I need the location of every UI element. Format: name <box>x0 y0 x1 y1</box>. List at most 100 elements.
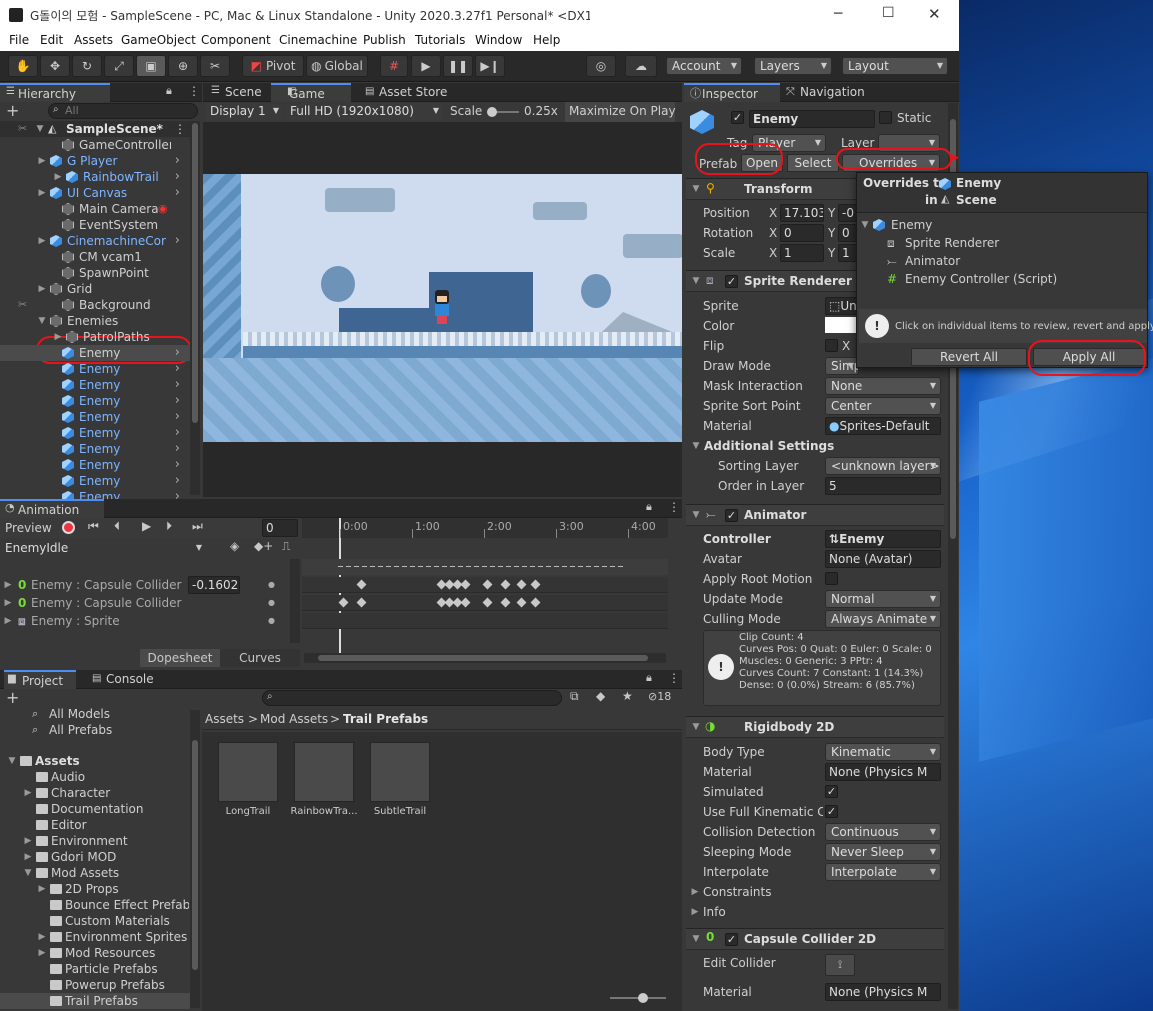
maximize-button[interactable]: ☐ <box>882 5 895 21</box>
collapse-arrow-icon[interactable]: ▶ <box>36 153 48 169</box>
override-item[interactable]: # Enemy Controller (Script) <box>857 271 1147 287</box>
scale-tool-icon[interactable]: ⤢ <box>104 55 134 77</box>
hierarchy-item[interactable]: Enemy › <box>0 473 190 489</box>
move-tool-icon[interactable]: ✥ <box>40 55 70 77</box>
project-folder-item[interactable]: ▼ Assets <box>0 753 190 769</box>
hierarchy-item[interactable]: Enemy › <box>0 457 190 473</box>
override-item[interactable]: ⧈ Sprite Renderer <box>857 235 1147 251</box>
close-button[interactable]: ✕ <box>928 5 941 23</box>
rb-material-field[interactable]: None (Physics M <box>825 763 941 781</box>
hierarchy-item[interactable]: ▶ UI Canvas › <box>0 185 190 201</box>
favorite-item[interactable]: ⌕ All Prefabs <box>0 722 190 738</box>
clip-dropdown[interactable]: EnemyIdle <box>0 540 206 558</box>
layers-dropdown[interactable]: Layers <box>754 57 832 75</box>
capsule-enabled-checkbox[interactable]: ✓ <box>725 933 738 946</box>
hierarchy-item[interactable]: Background ✂ <box>0 297 190 313</box>
grid-snap-icon[interactable]: # <box>380 55 408 77</box>
project-folder-item[interactable]: ▶ 2D Props <box>0 881 190 897</box>
breadcrumb-assets[interactable]: Assets <box>205 712 244 726</box>
apply-root-motion-checkbox[interactable] <box>825 572 838 585</box>
position-x-field[interactable]: 17.103 <box>780 204 824 222</box>
rotate-tool-icon[interactable]: ↻ <box>72 55 102 77</box>
play-button[interactable]: ▶ <box>411 55 441 77</box>
animation-track[interactable]: ▶ 0 Enemy : Capsule Collider 2D -0.1602 ● <box>0 576 290 594</box>
tab-curves[interactable]: Curves <box>220 649 300 667</box>
hierarchy-search-input[interactable]: ⌕ All <box>48 103 198 119</box>
layout-dropdown[interactable]: Layout <box>842 57 948 75</box>
menu-publish[interactable]: Publish <box>363 33 406 47</box>
expand-arrow-icon[interactable]: ▼ <box>690 722 702 732</box>
tab-dopesheet[interactable]: Dopesheet <box>140 649 220 667</box>
scale-y-field[interactable]: 1 <box>838 244 858 262</box>
expand-arrow-icon[interactable]: ▼ <box>690 276 702 286</box>
visibility-hidden-icon[interactable]: ✂ <box>18 297 27 313</box>
simulated-checkbox[interactable]: ✓ <box>825 785 838 798</box>
project-tree-scrollbar[interactable] <box>190 710 200 1008</box>
hierarchy-item[interactable]: Enemy › <box>0 441 190 457</box>
chevron-right-icon[interactable]: › <box>175 457 180 473</box>
menu-tutorials[interactable]: Tutorials <box>415 33 465 47</box>
thumbnail-size-slider[interactable] <box>610 993 666 1003</box>
collapse-arrow-icon[interactable]: ▶ <box>2 595 14 611</box>
chevron-right-icon[interactable]: › <box>175 185 180 201</box>
expand-arrow-icon[interactable]: ▼ <box>22 865 34 881</box>
menu-edit[interactable]: Edit <box>40 33 63 47</box>
track-options-icon[interactable]: ● <box>268 595 275 611</box>
sprite-renderer-enabled-checkbox[interactable]: ✓ <box>725 275 738 288</box>
project-folder-item[interactable]: ▶ Environment Sprites C <box>0 929 190 945</box>
expand-arrow-icon[interactable]: ▼ <box>690 441 702 451</box>
collapse-arrow-icon[interactable]: ▶ <box>52 329 64 345</box>
project-folder-item[interactable]: Particle Prefabs <box>0 961 190 977</box>
collapse-arrow-icon[interactable]: ▶ <box>36 929 48 945</box>
additional-settings-foldout[interactable]: Additional Settings <box>704 439 834 453</box>
hierarchy-scrollbar[interactable] <box>190 121 200 495</box>
project-folder-item[interactable]: Editor <box>0 817 190 833</box>
hierarchy-item[interactable]: Enemy › <box>0 393 190 409</box>
hierarchy-item[interactable]: Main Camera ◉ <box>0 201 190 217</box>
static-checkbox[interactable] <box>879 111 892 124</box>
rotation-y-field[interactable]: 0 <box>838 224 858 242</box>
draw-mode-dropdown[interactable]: Simple <box>825 357 859 375</box>
hierarchy-item[interactable]: ▶ RainbowTrail › <box>0 169 190 185</box>
menu-gameobject[interactable]: GameObject <box>121 33 196 47</box>
color-swatch[interactable] <box>825 317 857 333</box>
hierarchy-item[interactable]: Enemy › <box>0 409 190 425</box>
filter-label-icon[interactable]: ◆ <box>596 689 605 703</box>
record-icon[interactable] <box>62 521 75 534</box>
lock-icon[interactable]: 🔒︎ <box>646 671 652 685</box>
collapse-arrow-icon[interactable]: ▶ <box>52 169 64 185</box>
pivot-toggle[interactable]: ◩ Pivot <box>242 55 304 77</box>
animation-track[interactable]: ▶ 0 Enemy : Capsule Collider 2D.Size ● <box>0 595 290 611</box>
menu-file[interactable]: File <box>9 33 29 47</box>
event-marker-icon[interactable]: ⎍ <box>282 539 290 554</box>
collision-detection-dropdown[interactable]: Continuous <box>825 823 941 841</box>
step-button[interactable]: ▶❙ <box>475 55 505 77</box>
chevron-right-icon[interactable]: › <box>175 441 180 457</box>
minimize-button[interactable]: ─ <box>834 6 842 22</box>
chevron-right-icon[interactable]: › <box>175 345 180 361</box>
collapse-arrow-icon[interactable]: ▶ <box>36 233 48 249</box>
tab-navigation[interactable]: Navigation <box>782 83 878 102</box>
capsule-material-field[interactable]: None (Physics M <box>825 983 941 1001</box>
pause-button[interactable]: ❚❚ <box>443 55 473 77</box>
avatar-field[interactable]: None (Avatar) <box>825 550 941 568</box>
hierarchy-add-button[interactable]: + <box>6 101 19 120</box>
hierarchy-item[interactable]: ▶ PatrolPaths <box>0 329 190 345</box>
expand-arrow-icon[interactable]: ▼ <box>34 121 46 137</box>
track-options-icon[interactable]: ● <box>268 613 275 629</box>
prefab-asset-thumbnail[interactable] <box>218 742 278 802</box>
next-frame-icon[interactable]: ⏵ <box>166 519 172 534</box>
anim-horizontal-scrollbar[interactable] <box>304 653 666 663</box>
override-item[interactable]: ▼ Enemy <box>857 217 1147 233</box>
expand-arrow-icon[interactable]: ▼ <box>690 510 702 520</box>
collapse-arrow-icon[interactable]: ▶ <box>22 833 34 849</box>
lock-icon[interactable]: 🔒︎ <box>166 84 172 98</box>
collapse-arrow-icon[interactable]: ▶ <box>22 849 34 865</box>
display-dropdown[interactable]: Display 1 <box>205 103 283 121</box>
collapse-arrow-icon[interactable]: ▶ <box>2 577 14 593</box>
prev-frame-icon[interactable]: ⏴ <box>114 519 120 534</box>
collapse-arrow-icon[interactable]: ▶ <box>2 613 14 629</box>
add-keyframe-icon[interactable]: ◈ <box>230 539 239 553</box>
track-value-field[interactable]: -0.1602 <box>188 576 240 594</box>
rotation-x-field[interactable]: 0 <box>780 224 824 242</box>
